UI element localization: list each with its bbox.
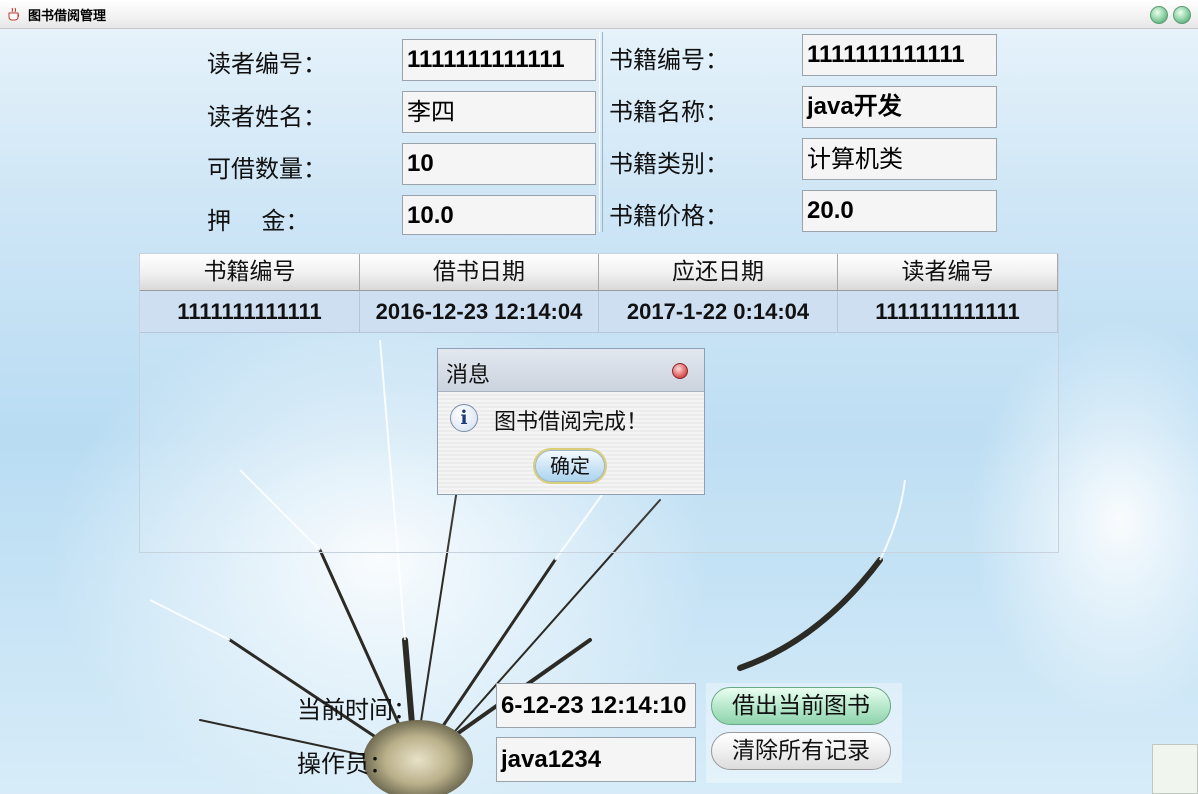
- book-name-field[interactable]: java开发: [802, 86, 997, 128]
- column-header-due-date[interactable]: 应还日期: [599, 254, 838, 291]
- window-title: 图书借阅管理: [28, 9, 107, 24]
- dialog-title: 消息: [446, 363, 491, 388]
- dialog-title-bar[interactable]: 消息: [438, 349, 704, 392]
- dialog-message: 图书借阅完成！: [494, 410, 649, 435]
- book-id-field[interactable]: 1111111111111: [802, 34, 997, 76]
- column-header-borrow-date[interactable]: 借书日期: [360, 254, 599, 291]
- minimize-button[interactable]: [1150, 6, 1168, 24]
- table-cell-borrow-date: 2016-12-23 12:14:04: [360, 291, 599, 333]
- dialog-ok-button[interactable]: 确定: [533, 448, 607, 484]
- reader-quota-field[interactable]: 10: [402, 143, 596, 185]
- book-type-label: 书籍类别：: [609, 150, 729, 178]
- corner-thumbnail-image: [1152, 744, 1198, 794]
- book-id-label: 书籍编号：: [609, 46, 729, 74]
- reader-name-label: 读者姓名：: [207, 103, 327, 131]
- java-cup-icon: [8, 7, 20, 21]
- operator-field[interactable]: java1234: [496, 737, 696, 782]
- reader-deposit-label: 押 金：: [207, 207, 310, 235]
- table-cell-book-id: 1111111111111: [140, 291, 360, 333]
- maximize-button[interactable]: [1173, 6, 1191, 24]
- info-icon: i: [450, 404, 478, 432]
- book-type-field[interactable]: 计算机类: [802, 138, 997, 180]
- table-cell-reader-id: 1111111111111: [838, 291, 1058, 333]
- clear-records-button[interactable]: 清除所有记录: [711, 732, 891, 770]
- message-dialog: 消息 i 图书借阅完成！ 确定: [437, 348, 705, 495]
- title-bar: 图书借阅管理: [0, 0, 1198, 29]
- dialog-close-icon[interactable]: [672, 363, 688, 379]
- borrow-book-button[interactable]: 借出当前图书: [711, 687, 891, 725]
- table-header: 书籍编号 借书日期 应还日期 读者编号: [140, 254, 1058, 291]
- table-row[interactable]: 1111111111111 2016-12-23 12:14:04 2017-1…: [140, 291, 1058, 333]
- current-time-field[interactable]: 6-12-23 12:14:10: [496, 683, 696, 728]
- reader-id-label: 读者编号：: [207, 50, 327, 78]
- reader-deposit-field[interactable]: 10.0: [402, 195, 596, 235]
- book-price-field[interactable]: 20.0: [802, 190, 997, 232]
- dialog-body: i 图书借阅完成！ 确定: [438, 392, 704, 494]
- book-name-label: 书籍名称：: [609, 98, 729, 126]
- reader-name-field[interactable]: 李四: [402, 91, 596, 133]
- table-cell-due-date: 2017-1-22 0:14:04: [599, 291, 838, 333]
- app-window: 图书借阅管理 读者编号： 1111111111111 读者姓名： 李四 可借数量…: [0, 0, 1198, 794]
- book-price-label: 书籍价格：: [609, 202, 729, 230]
- reader-id-field[interactable]: 1111111111111: [402, 39, 596, 81]
- panel-divider: [599, 32, 603, 232]
- current-time-label: 当前时间：: [297, 696, 417, 724]
- column-header-reader-id[interactable]: 读者编号: [838, 254, 1058, 291]
- column-header-book-id[interactable]: 书籍编号: [140, 254, 360, 291]
- reader-quota-label: 可借数量：: [207, 155, 327, 183]
- operator-label: 操作员：: [297, 750, 393, 778]
